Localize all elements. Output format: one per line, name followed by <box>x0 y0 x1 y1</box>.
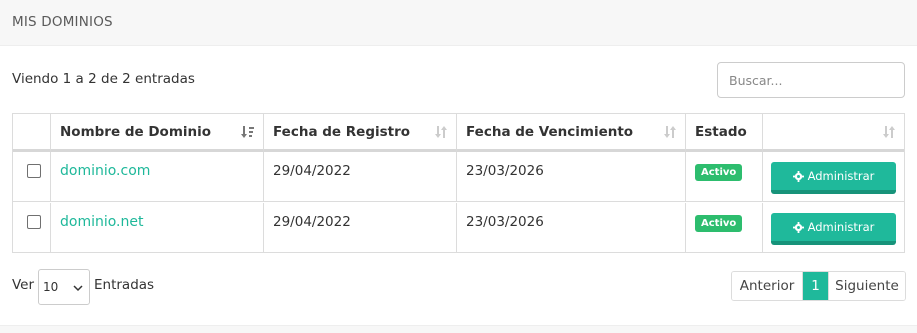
estado-cell: Activo <box>686 152 763 202</box>
sort-desc-icon[interactable] <box>241 125 255 139</box>
domain-link[interactable]: dominio.com <box>60 163 150 179</box>
actions-cell: Administrar <box>763 203 904 253</box>
panel-title: MIS DOMINIOS <box>12 14 113 30</box>
length-label-ver: Ver <box>12 277 35 293</box>
header-fecha-vencimiento[interactable]: Fecha de Vencimiento <box>457 114 686 152</box>
page-length-value: 10 <box>43 280 59 294</box>
panel-heading: MIS DOMINIOS <box>0 0 917 46</box>
registro-cell: 29/04/2022 <box>264 152 457 202</box>
sort-both-icon[interactable] <box>882 125 896 139</box>
estado-cell: Activo <box>686 203 763 253</box>
gear-icon <box>792 170 804 182</box>
pagination-prev[interactable]: Anterior <box>732 272 803 300</box>
row-checkbox[interactable] <box>27 164 41 178</box>
actions-cell: Administrar <box>763 152 904 202</box>
sort-both-icon[interactable] <box>434 125 448 139</box>
header-fecha-registro[interactable]: Fecha de Registro <box>264 114 457 152</box>
table-info: Viendo 1 a 2 de 2 entradas <box>12 71 195 87</box>
registro-date: 29/04/2022 <box>273 163 351 179</box>
page-length-select[interactable]: 10 <box>38 269 90 305</box>
vencimiento-cell: 23/03/2026 <box>457 203 686 253</box>
panel-footer <box>0 325 917 333</box>
checkbox-cell <box>13 203 51 253</box>
administrar-button[interactable]: Administrar <box>771 213 896 245</box>
domains-table: Nombre de Dominio Fecha de Registro Fech… <box>12 113 905 253</box>
row-checkbox[interactable] <box>27 215 41 229</box>
pagination-page-current[interactable]: 1 <box>803 272 828 300</box>
domains-panel: MIS DOMINIOS Viendo 1 a 2 de 2 entradas … <box>0 0 917 333</box>
header-label: Nombre de Dominio <box>60 124 212 140</box>
chevron-down-icon <box>73 285 83 292</box>
sort-both-icon[interactable] <box>663 125 677 139</box>
button-label: Administrar <box>807 169 875 183</box>
status-badge: Activo <box>695 215 743 232</box>
vencimiento-date: 23/03/2026 <box>466 163 544 179</box>
table-row: dominio.net 29/04/2022 23/03/2026 Activo… <box>13 203 904 253</box>
vencimiento-cell: 23/03/2026 <box>457 152 686 202</box>
header-checkbox-cell <box>13 114 51 152</box>
registro-cell: 29/04/2022 <box>264 203 457 253</box>
table-row: dominio.com 29/04/2022 23/03/2026 Activo… <box>13 152 904 202</box>
checkbox-cell <box>13 152 51 202</box>
search-input[interactable] <box>717 62 905 98</box>
header-domain-name[interactable]: Nombre de Dominio <box>51 114 264 152</box>
pagination: Anterior 1 Siguiente <box>731 271 906 301</box>
header-label: Fecha de Vencimiento <box>466 124 634 140</box>
domain-cell: dominio.com <box>51 152 264 202</box>
header-estado[interactable]: Estado <box>686 114 763 152</box>
vencimiento-date: 23/03/2026 <box>466 214 544 230</box>
administrar-button[interactable]: Administrar <box>771 162 896 194</box>
registro-date: 29/04/2022 <box>273 214 351 230</box>
header-actions[interactable] <box>763 114 904 152</box>
domain-cell: dominio.net <box>51 203 264 253</box>
pagination-next[interactable]: Siguiente <box>828 272 905 300</box>
button-label: Administrar <box>807 220 875 234</box>
domain-link[interactable]: dominio.net <box>60 214 144 230</box>
gear-icon <box>792 221 804 233</box>
header-label: Estado <box>695 124 747 140</box>
length-label-entradas: Entradas <box>94 277 155 293</box>
header-label: Fecha de Registro <box>273 124 411 140</box>
status-badge: Activo <box>695 164 743 181</box>
